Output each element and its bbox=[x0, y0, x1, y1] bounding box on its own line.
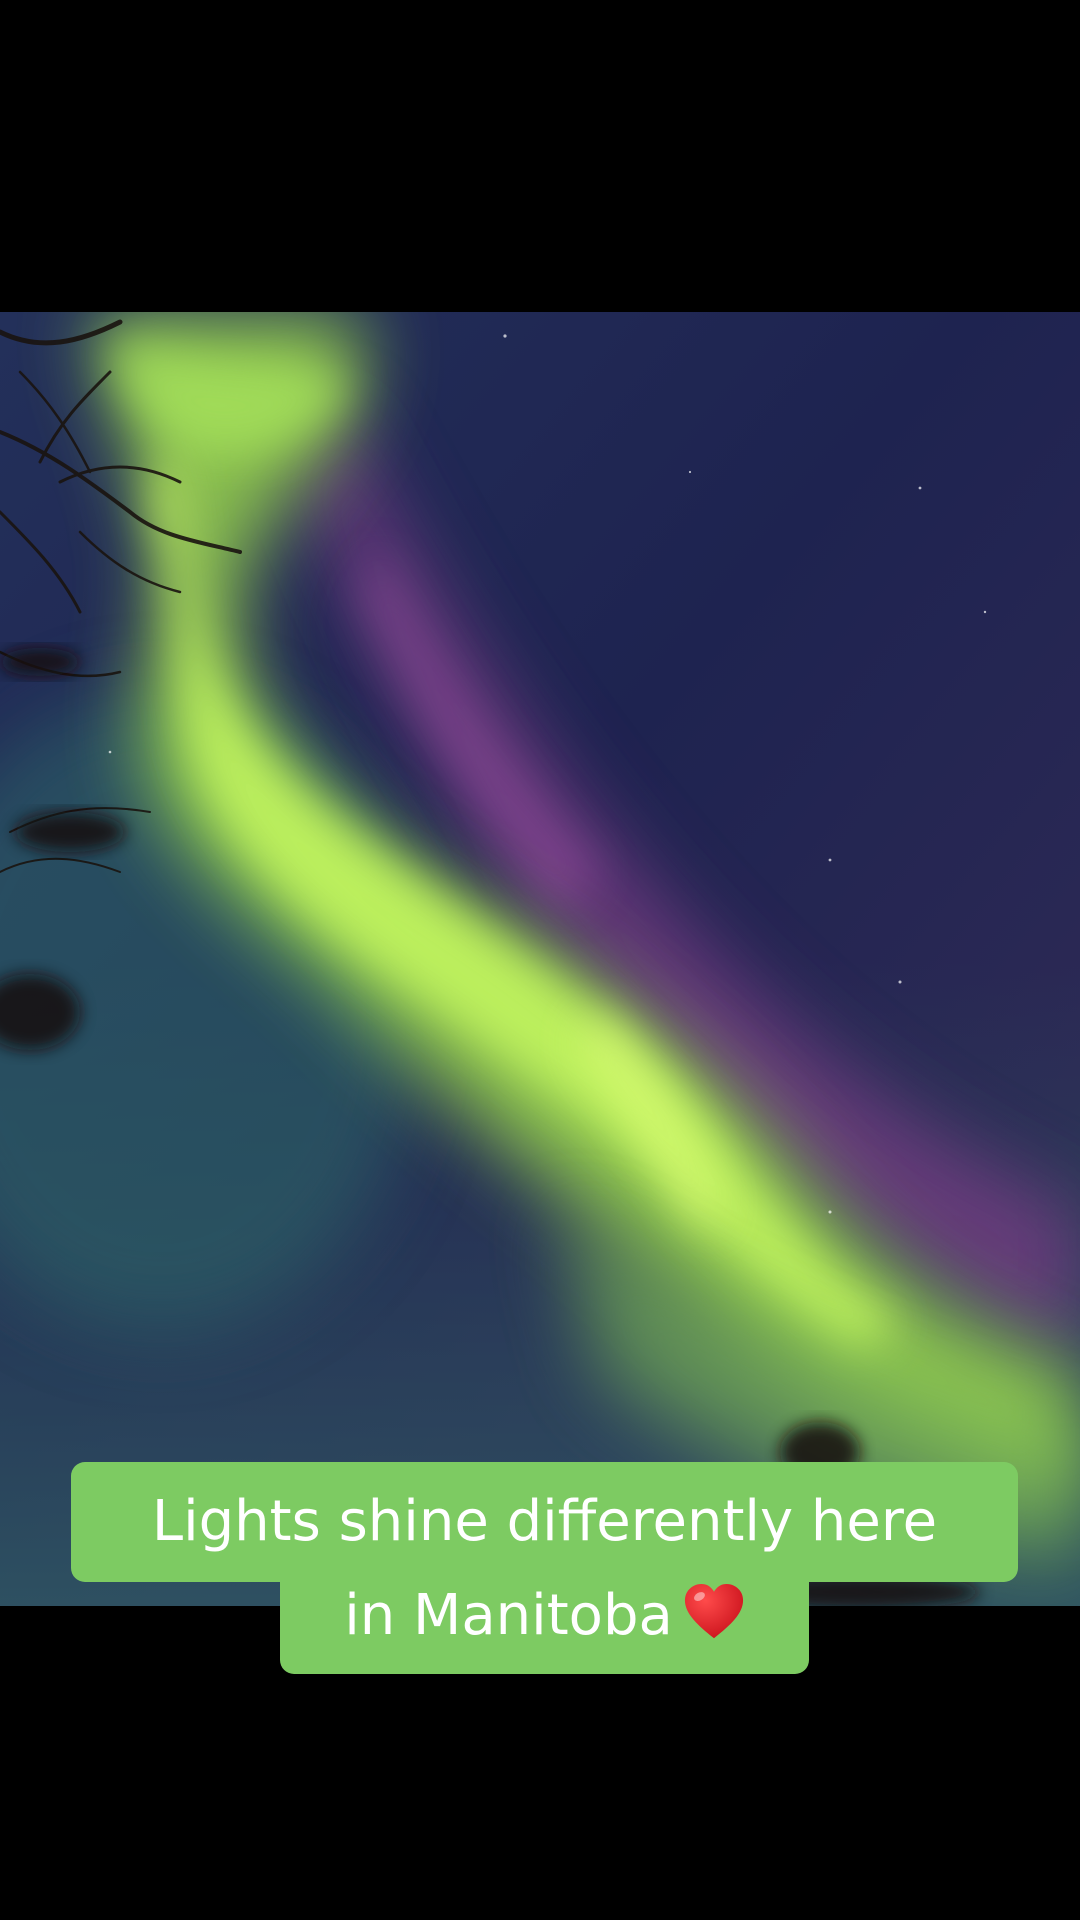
aurora-photo bbox=[0, 312, 1080, 1606]
caption-text-line-2: in Manitoba bbox=[344, 1583, 673, 1648]
caption-line-1: Lights shine differently here bbox=[71, 1462, 1018, 1582]
caption-text-line-1: Lights shine differently here bbox=[151, 1489, 938, 1554]
aurora-scene bbox=[0, 312, 1080, 1606]
video-screen: Lights shine differently here in Manitob… bbox=[0, 0, 1080, 1920]
caption-line-2: in Manitoba bbox=[280, 1582, 809, 1674]
red-heart-icon bbox=[683, 1582, 745, 1644]
